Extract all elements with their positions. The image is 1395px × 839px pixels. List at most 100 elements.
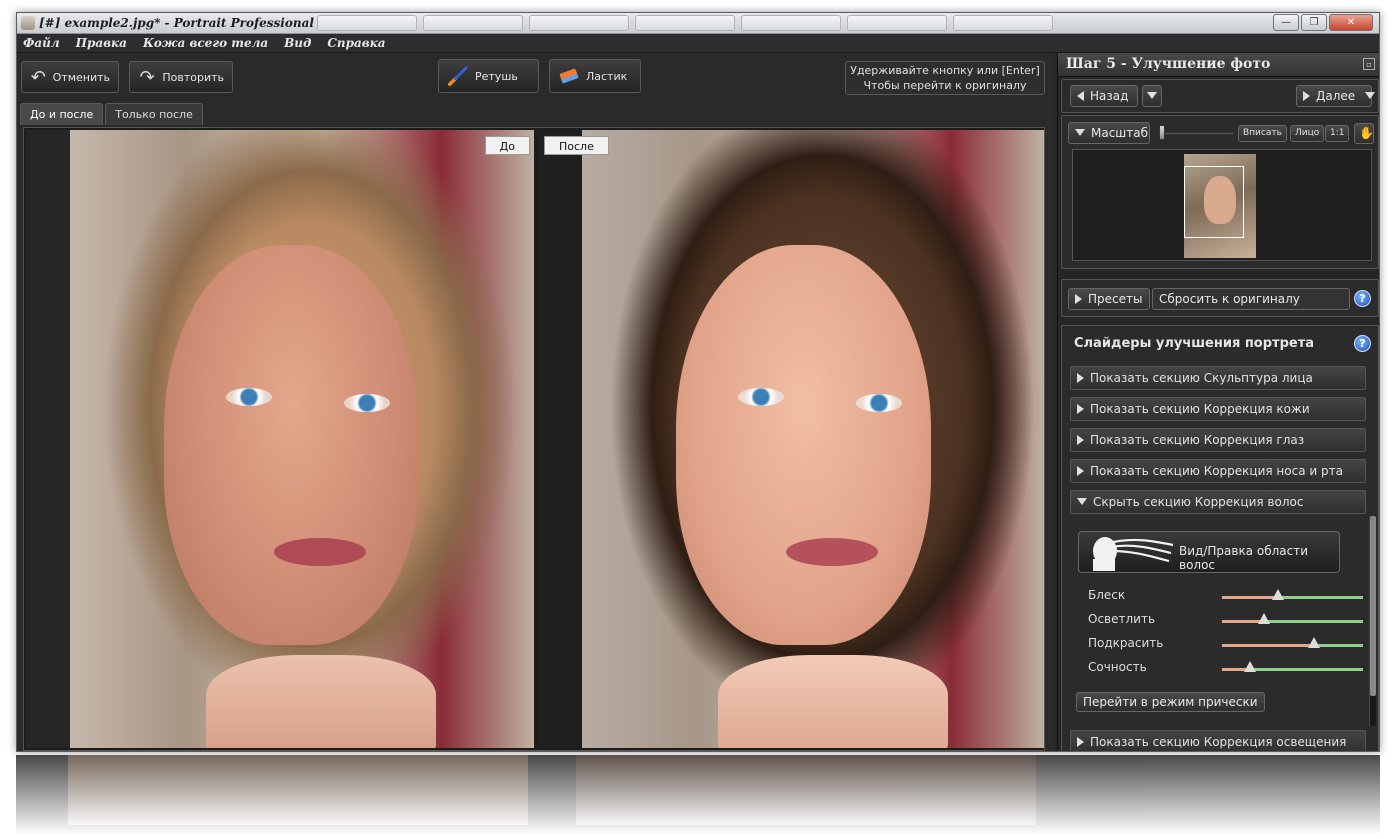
- face-button[interactable]: Лицо: [1290, 125, 1325, 142]
- scrollbar-thumb[interactable]: [1370, 516, 1376, 696]
- redo-label: Повторить: [162, 70, 224, 84]
- slider-tint[interactable]: Подкрасить: [1088, 636, 1363, 654]
- taskbar-tab[interactable]: [635, 15, 735, 31]
- slider-track[interactable]: [1222, 596, 1363, 599]
- taskbar-tab[interactable]: [847, 15, 947, 31]
- slider-label: Блеск: [1088, 588, 1126, 602]
- zoom-slider-track[interactable]: [1160, 132, 1234, 135]
- section-skin-lighting[interactable]: Показать секцию Коррекция освещения кожи: [1070, 730, 1366, 751]
- section-hair[interactable]: Скрыть секцию Коррекция волос: [1070, 490, 1366, 514]
- navigator-thumbnail[interactable]: [1072, 149, 1372, 261]
- step-title-text: Шаг 5 - Улучшение фото: [1066, 56, 1271, 72]
- window-reflection: [16, 755, 1380, 839]
- minimize-button[interactable]: —: [1273, 14, 1299, 31]
- close-button[interactable]: ✕: [1329, 14, 1373, 31]
- menu-help[interactable]: Справка: [327, 36, 385, 50]
- slider-track[interactable]: [1222, 668, 1363, 671]
- redo-button[interactable]: ↷ Повторить: [129, 61, 233, 93]
- restore-button[interactable]: ❐: [1301, 14, 1327, 31]
- taskbar-tab[interactable]: [529, 15, 629, 31]
- taskbar-tab[interactable]: [953, 15, 1053, 31]
- presets-toggle[interactable]: Пресеты: [1068, 288, 1150, 310]
- zoom-slider-thumb[interactable]: [1159, 125, 1166, 140]
- slider-richness[interactable]: Сочность: [1088, 660, 1363, 678]
- after-photo[interactable]: После: [538, 130, 1044, 748]
- undo-icon: ↶: [30, 66, 46, 88]
- hair-area-button[interactable]: Вид/Правка области волос: [1078, 531, 1340, 573]
- tab-after-only[interactable]: Только после: [105, 103, 203, 125]
- slider-thumb[interactable]: [1258, 613, 1271, 624]
- navigator-viewport-frame[interactable]: [1184, 166, 1244, 238]
- one-to-one-button[interactable]: 1:1: [1325, 125, 1350, 142]
- slider-thumb[interactable]: [1307, 637, 1320, 648]
- slider-lighten[interactable]: Осветлить: [1088, 612, 1363, 630]
- panel-scrollbar[interactable]: [1369, 516, 1376, 726]
- left-eye: [738, 388, 784, 406]
- back-button[interactable]: Назад: [1070, 85, 1138, 107]
- next-button[interactable]: Далее: [1296, 85, 1375, 107]
- preset-select[interactable]: Сбросить к оригиналу: [1152, 288, 1350, 310]
- presets-panel: Пресеты Сбросить к оригиналу ?: [1061, 279, 1379, 317]
- arrow-right-icon: [1077, 737, 1084, 747]
- before-label: До: [484, 136, 530, 155]
- taskbar-tab[interactable]: [317, 15, 417, 31]
- section-label: Показать секцию Коррекция освещения кожи: [1090, 735, 1347, 749]
- pin-icon[interactable]: ▫: [1363, 58, 1375, 70]
- original-hint[interactable]: Удерживайте кнопку или [Enter] Чтобы пер…: [845, 61, 1045, 95]
- window-title: [#] example2.jpg* - Portrait Professiona…: [39, 16, 340, 30]
- eraser-icon: [558, 65, 580, 87]
- back-dropdown[interactable]: [1142, 85, 1162, 107]
- section-eyes[interactable]: Показать секцию Коррекция глаз: [1070, 428, 1366, 452]
- taskbar-tab[interactable]: [423, 15, 523, 31]
- menu-body-skin[interactable]: Кожа всего тела: [143, 36, 268, 50]
- eraser-button[interactable]: Ластик: [549, 59, 641, 93]
- hint-line-2: Чтобы перейти к оригиналу: [863, 79, 1027, 92]
- slider-thumb[interactable]: [1272, 589, 1285, 600]
- slider-thumb[interactable]: [1244, 661, 1257, 672]
- eraser-label: Ластик: [586, 69, 628, 83]
- help-icon[interactable]: ?: [1354, 290, 1371, 307]
- slider-track[interactable]: [1222, 644, 1363, 647]
- slider-label: Сочность: [1088, 660, 1147, 674]
- section-skin[interactable]: Показать секцию Коррекция кожи: [1070, 397, 1366, 421]
- menu-edit[interactable]: Правка: [76, 36, 127, 50]
- zoom-panel: Масштаб Вписать Лицо 1:1 ✋: [1061, 115, 1379, 269]
- hand: [718, 655, 948, 748]
- right-eye: [344, 394, 390, 412]
- section-face-sculpt[interactable]: Показать секцию Скульптура лица: [1070, 366, 1366, 390]
- arrow-right-icon: [1077, 373, 1084, 383]
- hair-silhouette-icon: [1093, 537, 1174, 571]
- hairstyle-mode-button[interactable]: Перейти в режим прически: [1076, 692, 1265, 712]
- face: [676, 245, 931, 645]
- retouch-button[interactable]: Ретушь: [438, 59, 539, 93]
- slider-track[interactable]: [1222, 620, 1363, 623]
- section-label: Показать секцию Коррекция носа и рта: [1090, 464, 1343, 478]
- arrow-right-icon: [1077, 404, 1084, 414]
- brush-icon: [447, 65, 469, 87]
- menu-file[interactable]: Файл: [23, 36, 60, 50]
- menu-view[interactable]: Вид: [284, 36, 311, 50]
- slider-shine[interactable]: Блеск: [1088, 588, 1363, 606]
- next-label: Далее: [1316, 89, 1356, 103]
- tab-before-after[interactable]: До и после: [20, 103, 104, 125]
- lips: [786, 538, 878, 566]
- section-nose-mouth[interactable]: Показать секцию Коррекция носа и рта: [1070, 459, 1366, 483]
- undo-button[interactable]: ↶ Отменить: [21, 61, 119, 93]
- taskbar-tab[interactable]: [741, 15, 841, 31]
- arrow-left-icon: [1077, 91, 1084, 101]
- fit-button[interactable]: Вписать: [1238, 125, 1287, 142]
- hand: [206, 655, 436, 748]
- reflection-after: [576, 755, 1036, 825]
- step-navigation: Назад Далее: [1061, 79, 1379, 113]
- photo-viewer: До После: [23, 127, 1045, 751]
- hand-tool-icon[interactable]: ✋: [1354, 123, 1374, 144]
- arrow-right-icon: [1303, 91, 1310, 101]
- zoom-toggle[interactable]: Масштаб: [1068, 122, 1150, 144]
- presets-label: Пресеты: [1088, 292, 1143, 306]
- chevron-down-icon: [1365, 92, 1375, 99]
- face: [164, 245, 419, 645]
- slider-label: Подкрасить: [1088, 636, 1164, 650]
- help-icon[interactable]: ?: [1354, 335, 1371, 352]
- after-label: После: [544, 136, 609, 155]
- before-photo[interactable]: До: [26, 130, 534, 748]
